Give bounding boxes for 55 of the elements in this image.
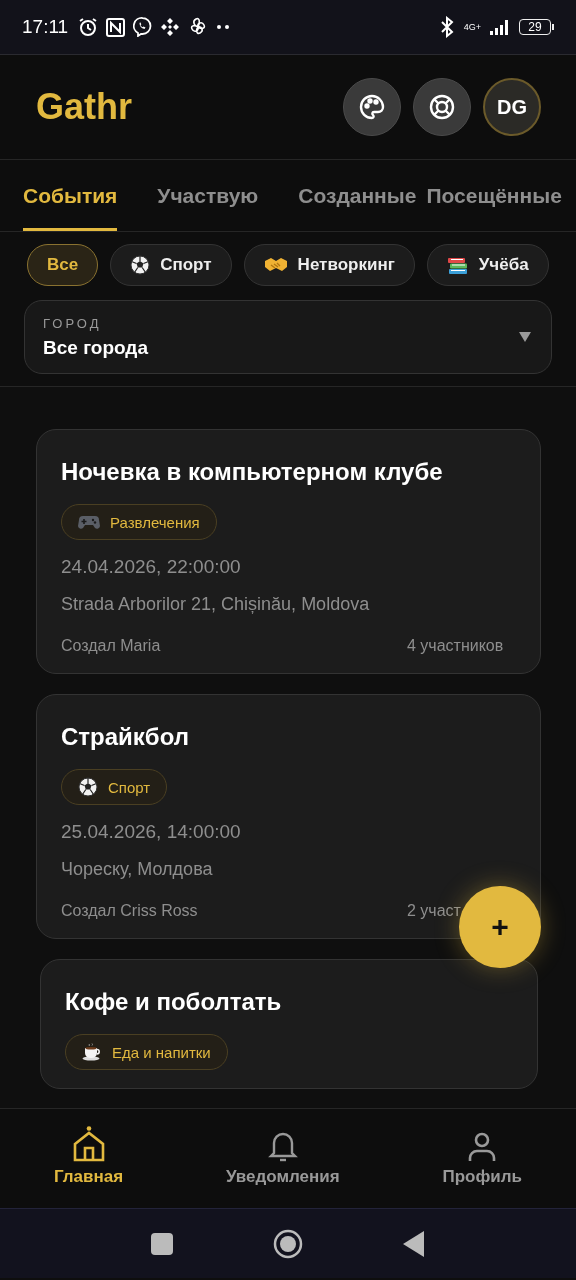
event-author: Создал Criss Ross [61,902,198,919]
event-title: Кофе и поболтать [65,987,282,1017]
gamepad-icon [78,514,100,530]
home-button[interactable] [273,1228,303,1259]
category-tag: Еда и напитки [65,1034,228,1070]
recents-button[interactable] [151,1232,173,1255]
clock-time: 17:11 [22,16,69,38]
event-card[interactable]: Ночевка в компьютерном клубе Развлечения 24.04.2026, 22:00:00 Strada Arborilor 21, Chișinău, Moldova Создал Maria 4 участников [36,429,541,674]
handshake-icon [263,256,288,274]
books-icon [446,255,469,275]
alarm-clock-icon [78,17,99,37]
event-address: Strada Arborilor 21, Chișinău, Moldova [61,594,370,615]
diamond-logo-icon [160,17,181,37]
event-author: Создал Maria [61,637,161,654]
back-button[interactable] [403,1230,425,1257]
home-icon [71,1125,106,1163]
event-date: 24.04.2026, 22:00:00 [61,556,241,578]
dropdown-arrow-icon [519,332,531,342]
soccer-ball-icon [130,255,151,275]
signal-icon [489,19,511,35]
more-dots-icon [216,24,231,30]
lifebuoy-icon [428,93,456,121]
coffee-cup-icon [82,1043,102,1061]
category-tag: Спорт [61,769,168,805]
category-chip[interactable]: Спорт [110,244,232,286]
person-icon [467,1131,498,1163]
category-tag: Развлечения [61,504,217,540]
event-date: 25.04.2026, 14:00:00 [61,821,241,843]
palette-icon [358,93,386,121]
event-title: Страйкбол [61,722,189,752]
nfc-icon [106,17,126,37]
category-chip[interactable]: Все [27,244,99,286]
event-address: Чореску, Молдова [61,859,213,880]
app-title: Gathr [36,86,133,128]
tab[interactable]: События [23,160,118,231]
network-type: 4G+ [463,22,481,32]
field-value: Все города [43,336,148,359]
nav-item[interactable]: Уведомления [221,1109,344,1207]
phone-bubble-icon [133,17,153,37]
avatar-button[interactable]: DG [483,78,541,136]
category-chip[interactable]: Учёба [426,244,549,286]
soccer-ball-icon [78,777,98,797]
field-label: ГОРОД [43,315,102,331]
event-title: Ночевка в компьютерном клубе [61,457,443,487]
city-dropdown[interactable]: ГОРОД Все города [24,300,552,374]
participant-count: 2 участ [407,902,461,919]
tab[interactable]: Созданные [298,160,417,231]
event-card[interactable]: Кофе и поболтать Еда и напитки [40,959,538,1089]
category-chip[interactable]: Нетворкинг [243,244,415,286]
battery-level: 29 [519,19,551,35]
tab[interactable]: Посещённые [426,160,562,231]
tab[interactable]: Участвую [157,160,259,231]
participant-count: 4 участников [407,637,504,654]
nav-item[interactable]: Профиль [438,1109,526,1207]
nav-item[interactable]: Главная [50,1109,128,1207]
